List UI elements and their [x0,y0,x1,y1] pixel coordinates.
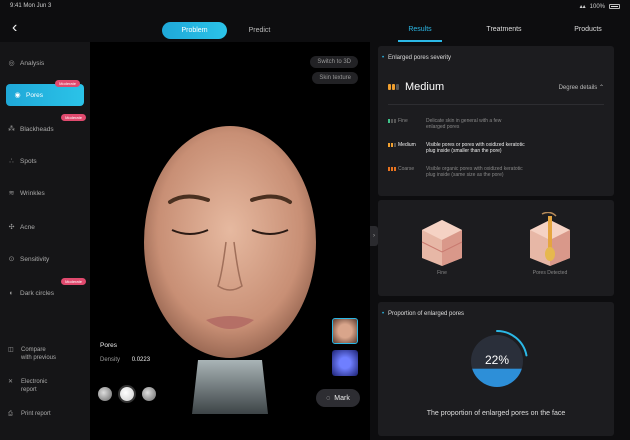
electronic-report-button[interactable]: ✕ Electronic report [0,378,90,394]
back-chevron-icon[interactable]: ‹ [12,20,28,36]
sensitivity-icon: ⊙ [8,255,15,263]
sidebar-item-sensitivity[interactable]: ⊙ Sensitivity [0,248,90,270]
density-value: 0.0223 [131,357,151,363]
compare-icon: ◫ [8,347,14,353]
print-report-button[interactable]: ⎙ Print report [0,410,90,418]
proportion-title: Proportion of enlarged pores [378,302,614,317]
battery-percent: 100% [589,3,605,10]
severity-card: Enlarged pores severity Medium Degree de… [378,46,614,196]
dark-circles-icon: ◐ [9,289,14,297]
face-photo-viewer[interactable]: Switch to 3D Skin texture Pores Density … [90,42,370,440]
view-right-thumbnail[interactable] [142,387,156,401]
gauge-fill [471,368,523,387]
signal-icon: ▴▴ [579,4,586,10]
view-front-thumbnail[interactable] [120,387,134,401]
fine-skin-illustration [421,220,463,266]
collapse-panel-handle[interactable]: › [370,226,378,246]
sidebar-item-pores[interactable]: ◉ Pores Moderate [6,80,84,106]
analysis-icon: ◎ [8,59,15,67]
analysis-map-thumbnail[interactable] [332,350,358,376]
severity-title: Enlarged pores severity [378,46,614,61]
pores-icon: ◉ [14,91,21,99]
sidebar-item-blackheads[interactable]: ⁂ Blackheads Moderate [0,114,90,140]
acne-icon: ✣ [8,223,15,231]
chevron-up-icon: ⌃ [598,84,604,91]
skin-texture-button[interactable]: Skin texture [312,72,358,84]
severity-level-icon [388,84,399,90]
wrinkles-icon: ≋ [8,189,15,197]
pores-info: Pores Density 0.0223 [100,342,150,363]
legend-medium: Medium Visible pores or pores with oxidi… [388,142,604,154]
mark-button[interactable]: ◌ Mark [316,389,360,407]
view-thumbnails [98,387,156,401]
sidebar: ◎ Analysis ◉ Pores Moderate ⁂ Blackheads… [0,42,90,440]
view-left-thumbnail[interactable] [98,387,112,401]
compare-with-previous-button[interactable]: ◫ Compare with previous [0,346,90,362]
face-image [144,126,316,414]
tab-products[interactable]: Products [546,22,630,40]
proportion-description: The proportion of enlarged pores on the … [426,410,566,417]
pores-detected-illustration [530,212,570,266]
status-bar: 9:41 Mon Jun 3 ▴▴ 100% [0,0,630,14]
severity-badge: Moderate [61,114,86,121]
proportion-gauge: 22% [471,330,528,387]
top-tabs: Problem Predict [162,22,292,39]
tab-problem[interactable]: Problem [162,22,227,39]
status-time: 9:41 Mon Jun 3 [10,3,52,9]
coarse-level-icon [388,166,398,178]
degree-details-button[interactable]: Degree details ⌃ [559,84,604,91]
tab-treatments[interactable]: Treatments [462,22,546,40]
pores-info-title: Pores [100,342,117,349]
report-icon: ✕ [8,379,14,385]
sidebar-item-analysis[interactable]: ◎ Analysis [0,52,90,74]
legend-coarse: Coarse Visible organic pores with oxidiz… [388,166,604,178]
tab-predict[interactable]: Predict [227,22,292,39]
severity-badge: Moderate [61,278,86,285]
print-icon: ⎙ [8,411,13,417]
switch-to-3d-button[interactable]: Switch to 3D [310,56,358,68]
severity-level: Medium [405,81,445,93]
tab-results[interactable]: Results [378,22,462,42]
divider [388,104,604,105]
skin-illustration-card: Fine Pores Detected [378,200,614,296]
mark-icon: ◌ [326,394,331,402]
legend-fine: Fine Delicate skin in general with a few… [388,118,604,130]
proportion-value: 22% [485,353,509,367]
sidebar-item-dark-circles[interactable]: ◐ Dark circles Moderate [0,278,90,304]
spots-icon: ∴ [9,157,14,165]
proportion-card: Proportion of enlarged pores 22% The pro… [378,302,614,436]
severity-badge: Moderate [55,80,80,87]
sidebar-item-wrinkles[interactable]: ≋ Wrinkles [0,182,90,204]
sidebar-item-spots[interactable]: ∴ Spots [0,150,90,172]
original-image-thumbnail[interactable] [332,318,358,344]
fine-level-icon [388,118,398,130]
medium-level-icon [388,142,398,154]
pores-detected-label: Pores Detected [532,270,568,276]
battery-icon [609,4,620,9]
right-tabs: Results Treatments Products [378,22,630,42]
fine-label: Fine [437,270,447,276]
blackheads-icon: ⁂ [8,125,15,133]
density-label: Density [100,357,121,363]
sidebar-item-acne[interactable]: ✣ Acne [0,216,90,238]
